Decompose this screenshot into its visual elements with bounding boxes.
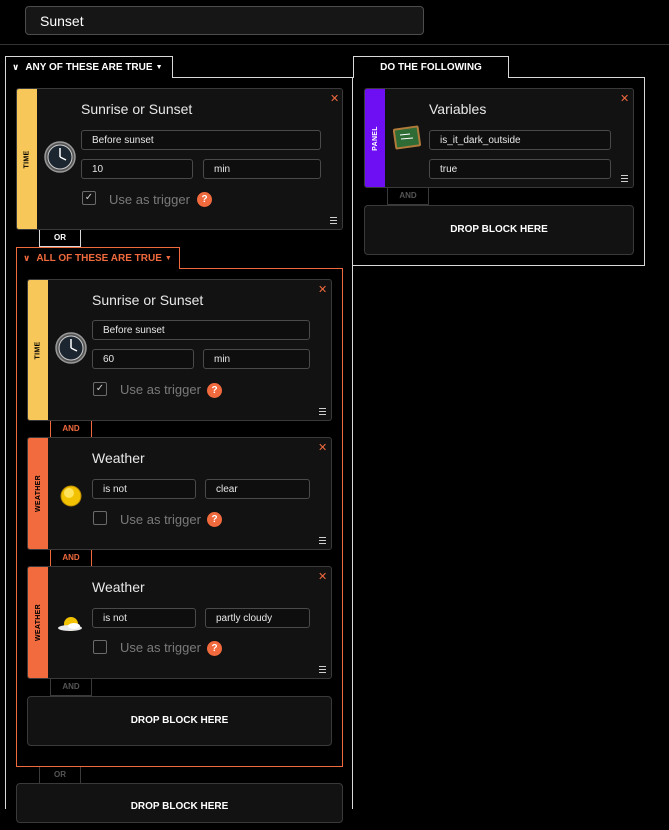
block-title: Variables xyxy=(429,101,487,117)
variable-value-input[interactable]: true xyxy=(429,159,611,179)
or-connector-2: OR xyxy=(39,767,81,784)
all-group-drop-zone[interactable]: DROP BLOCK HERE xyxy=(27,696,332,746)
block-title: Weather xyxy=(92,450,145,466)
sun-icon xyxy=(59,484,83,508)
category-label: WEATHER xyxy=(34,475,42,512)
close-icon[interactable]: ✕ xyxy=(318,572,327,583)
event-select[interactable]: Before sunset xyxy=(81,130,321,150)
partly-cloudy-icon xyxy=(57,613,85,637)
event-select[interactable]: Before sunset xyxy=(92,320,310,340)
menu-icon[interactable] xyxy=(330,217,337,226)
checkmark-icon: ✓ xyxy=(95,383,105,394)
or-connector-1: OR xyxy=(39,230,81,247)
close-icon[interactable]: ✕ xyxy=(318,443,327,454)
and-connector-2: AND xyxy=(50,550,92,567)
weather-category-strip: WEATHER xyxy=(28,438,48,549)
offset-unit-select[interactable]: min xyxy=(203,349,310,369)
checkmark-icon: ✓ xyxy=(84,192,94,203)
weather-condition-select[interactable]: partly cloudy xyxy=(205,608,310,628)
time-category-strip: TIME xyxy=(17,89,37,229)
menu-icon[interactable] xyxy=(319,537,326,546)
trigger-label: Use as trigger xyxy=(120,382,201,397)
time-block-sunset-10: TIME Sunrise or Sunset ✕ Before sunset 1… xyxy=(16,88,343,230)
dropdown-caret-icon: ▼ xyxy=(155,64,163,71)
trigger-checkbox[interactable]: ✓ xyxy=(93,382,107,396)
weather-operator-select[interactable]: is not xyxy=(92,479,196,499)
time-category-strip: TIME xyxy=(28,280,48,420)
weather-block-not-partly-cloudy: WEATHER Weather ✕ is not partly cloudy U… xyxy=(27,566,332,679)
dropdown-caret-icon: ▼ xyxy=(164,255,172,262)
trigger-checkbox[interactable] xyxy=(93,640,107,654)
all-group-label: ALL OF THESE ARE TRUE xyxy=(36,253,162,264)
menu-icon[interactable] xyxy=(319,666,326,675)
weather-category-strip: WEATHER xyxy=(28,567,48,678)
drop-zone-label: DROP BLOCK HERE xyxy=(130,801,229,812)
trigger-label: Use as trigger xyxy=(109,192,190,207)
trigger-checkbox[interactable]: ✓ xyxy=(82,191,96,205)
help-icon[interactable]: ? xyxy=(197,192,212,207)
and-connector-3: AND xyxy=(50,679,92,696)
menu-icon[interactable] xyxy=(621,175,628,184)
clock-icon xyxy=(44,141,76,173)
any-group-header[interactable]: ∨ ANY OF THESE ARE TRUE ▼ xyxy=(5,56,173,78)
close-icon[interactable]: ✕ xyxy=(330,94,339,105)
weather-operator-select[interactable]: is not xyxy=(92,608,196,628)
actions-drop-zone[interactable]: DROP BLOCK HERE xyxy=(364,205,634,255)
chalkboard-icon xyxy=(393,125,421,151)
offset-value-input[interactable]: 60 xyxy=(92,349,194,369)
chevron-down-icon: ∨ xyxy=(12,62,20,72)
offset-unit-select[interactable]: min xyxy=(203,159,321,179)
actions-and-connector: AND xyxy=(387,188,429,205)
help-icon[interactable]: ? xyxy=(207,512,222,527)
drop-zone-label: DROP BLOCK HERE xyxy=(450,224,548,235)
variable-name-select[interactable]: is_it_dark_outside xyxy=(429,130,611,150)
rule-name-input[interactable]: Sunset xyxy=(25,6,424,35)
all-group-header[interactable]: ∨ ALL OF THESE ARE TRUE ▼ xyxy=(16,247,180,269)
offset-value-input[interactable]: 10 xyxy=(81,159,193,179)
block-title: Sunrise or Sunset xyxy=(81,101,193,117)
variables-block: PANEL Variables ✕ is_it_dark_outside tru… xyxy=(364,88,634,188)
and-connector-1: AND xyxy=(50,421,92,438)
category-label: PANEL xyxy=(371,125,379,151)
block-title: Sunrise or Sunset xyxy=(92,292,204,308)
drop-zone-label: DROP BLOCK HERE xyxy=(130,715,229,726)
clock-icon xyxy=(55,332,87,364)
category-label: TIME xyxy=(23,150,31,168)
weather-block-not-clear: WEATHER Weather ✕ is not clear Use as tr… xyxy=(27,437,332,550)
trigger-label: Use as trigger xyxy=(120,512,201,527)
category-label: TIME xyxy=(34,341,42,359)
actions-group-header: DO THE FOLLOWING xyxy=(353,56,509,78)
header-divider xyxy=(0,44,669,45)
actions-group-label: DO THE FOLLOWING xyxy=(380,62,482,73)
category-label: WEATHER xyxy=(34,604,42,641)
trigger-label: Use as trigger xyxy=(120,640,201,655)
any-group-label: ANY OF THESE ARE TRUE xyxy=(25,62,153,73)
help-icon[interactable]: ? xyxy=(207,641,222,656)
trigger-checkbox[interactable] xyxy=(93,511,107,525)
close-icon[interactable]: ✕ xyxy=(318,285,327,296)
menu-icon[interactable] xyxy=(319,408,326,417)
time-block-sunset-60: TIME Sunrise or Sunset ✕ Before sunset 6… xyxy=(27,279,332,421)
chevron-down-icon: ∨ xyxy=(23,253,31,263)
help-icon[interactable]: ? xyxy=(207,383,222,398)
weather-condition-select[interactable]: clear xyxy=(205,479,310,499)
any-group-drop-zone[interactable]: DROP BLOCK HERE xyxy=(16,783,343,823)
panel-category-strip: PANEL xyxy=(365,89,385,187)
block-title: Weather xyxy=(92,579,145,595)
close-icon[interactable]: ✕ xyxy=(620,94,629,105)
